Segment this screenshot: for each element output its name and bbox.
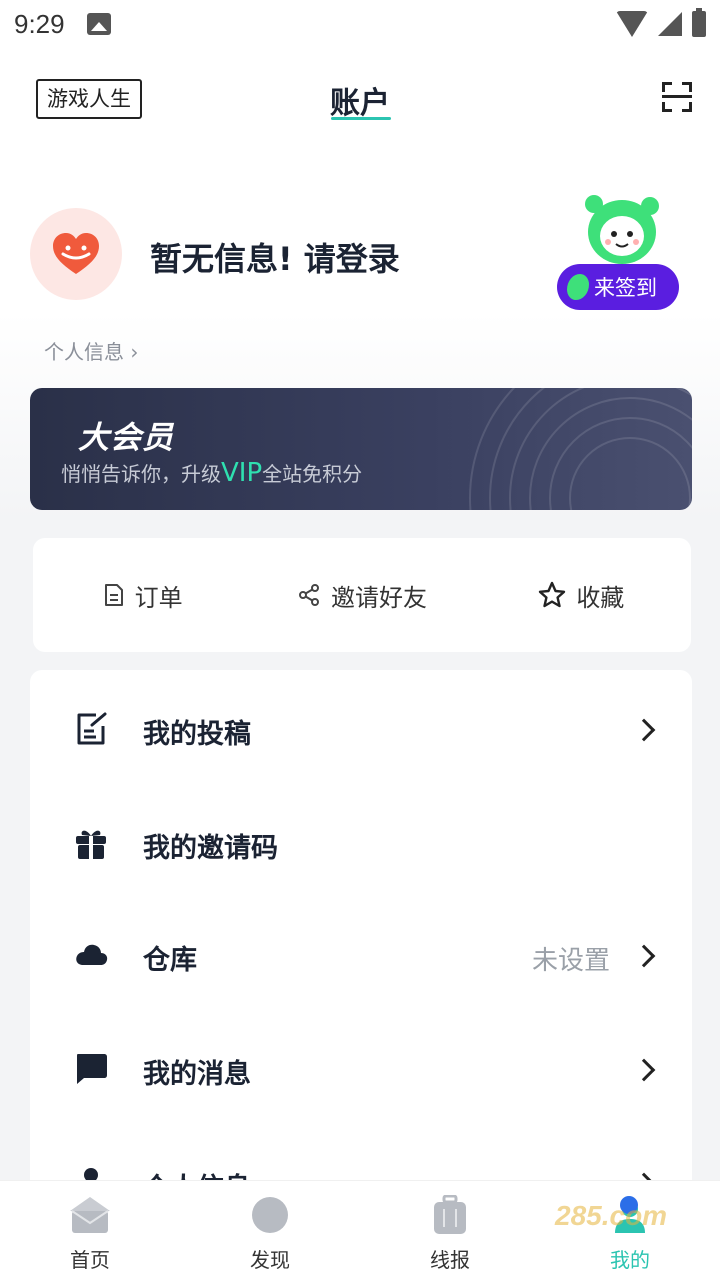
vip-banner[interactable]: 大会员 悄悄告诉你，升级VIP全站免积分 bbox=[30, 388, 692, 510]
tab-discover-label: 发现 bbox=[250, 1248, 290, 1272]
tab-mine-label: 我的 bbox=[610, 1248, 650, 1272]
photo-notification-icon bbox=[86, 13, 111, 35]
orders-button[interactable]: 订单 bbox=[33, 538, 252, 652]
menu-item-label: 我的消息 bbox=[143, 1059, 251, 1090]
home-icon bbox=[70, 1197, 110, 1233]
mascot-icon[interactable] bbox=[580, 192, 664, 268]
status-bar: 9:29 bbox=[0, 0, 720, 48]
wifi-icon bbox=[616, 11, 648, 37]
menu-item-label: 我的投稿 bbox=[143, 719, 251, 750]
share-icon bbox=[298, 584, 319, 606]
menu-item-invite-code[interactable]: 我的邀请码 bbox=[30, 792, 692, 892]
chevron-right-icon bbox=[632, 1058, 656, 1082]
vip-subtitle-prefix: 悄悄告诉你，升级 bbox=[61, 462, 221, 486]
vip-word: VIP bbox=[221, 458, 263, 488]
vip-subtitle: 悄悄告诉你，升级VIP全站免积分 bbox=[61, 458, 362, 488]
star-icon bbox=[539, 581, 566, 608]
menu-item-value: 未设置 bbox=[531, 946, 610, 976]
quick-actions: 订单 邀请好友 收藏 bbox=[33, 538, 691, 652]
signin-button[interactable]: 来签到 bbox=[557, 264, 679, 310]
document-icon bbox=[104, 584, 123, 606]
heart-logo-icon bbox=[53, 233, 99, 274]
login-prompt[interactable]: 暂无信息! 请登录 bbox=[150, 234, 400, 280]
profile-info-link[interactable]: 个人信息 › bbox=[44, 336, 138, 365]
avatar[interactable] bbox=[30, 208, 122, 300]
menu-item-warehouse[interactable]: 仓库 未设置 bbox=[30, 904, 692, 1004]
invite-friends-button[interactable]: 邀请好友 bbox=[252, 538, 471, 652]
battery-icon bbox=[692, 8, 706, 37]
gift-icon bbox=[76, 830, 106, 859]
signin-label: 来签到 bbox=[594, 276, 657, 300]
invite-friends-label: 邀请好友 bbox=[330, 583, 427, 612]
favorites-button[interactable]: 收藏 bbox=[472, 538, 691, 652]
cloud-icon bbox=[76, 944, 108, 965]
menu-item-label: 我的邀请码 bbox=[143, 833, 278, 864]
vip-title: 大会员 bbox=[78, 420, 174, 456]
leaf-icon bbox=[567, 274, 589, 300]
header: 游戏人生 账户 bbox=[0, 70, 720, 130]
tab-discover[interactable]: 发现 bbox=[180, 1181, 360, 1280]
scan-icon[interactable] bbox=[662, 82, 692, 112]
orders-label: 订单 bbox=[134, 583, 183, 612]
discover-icon bbox=[252, 1197, 288, 1233]
page-title: 账户 bbox=[330, 86, 390, 121]
menu-item-label: 仓库 bbox=[143, 945, 197, 976]
vip-subtitle-suffix: 全站免积分 bbox=[262, 462, 363, 486]
tab-home-label: 首页 bbox=[70, 1248, 110, 1272]
menu-item-messages[interactable]: 我的消息 bbox=[30, 1018, 692, 1118]
tab-news[interactable]: 线报 bbox=[360, 1181, 540, 1280]
status-time: 9:29 bbox=[14, 8, 65, 39]
status-icons bbox=[616, 8, 706, 37]
chevron-right-icon bbox=[632, 718, 656, 742]
title-underline bbox=[331, 117, 391, 120]
tab-news-label: 线报 bbox=[430, 1248, 470, 1272]
chevron-right-icon bbox=[632, 944, 656, 968]
message-icon bbox=[77, 1054, 107, 1084]
menu-item-submissions[interactable]: 我的投稿 bbox=[30, 678, 692, 778]
edit-note-icon bbox=[77, 712, 107, 745]
watermark: 285.com bbox=[555, 1200, 668, 1231]
favorites-label: 收藏 bbox=[576, 583, 625, 612]
luggage-icon bbox=[434, 1195, 466, 1234]
tab-home[interactable]: 首页 bbox=[0, 1181, 180, 1280]
cellular-icon bbox=[658, 12, 682, 36]
